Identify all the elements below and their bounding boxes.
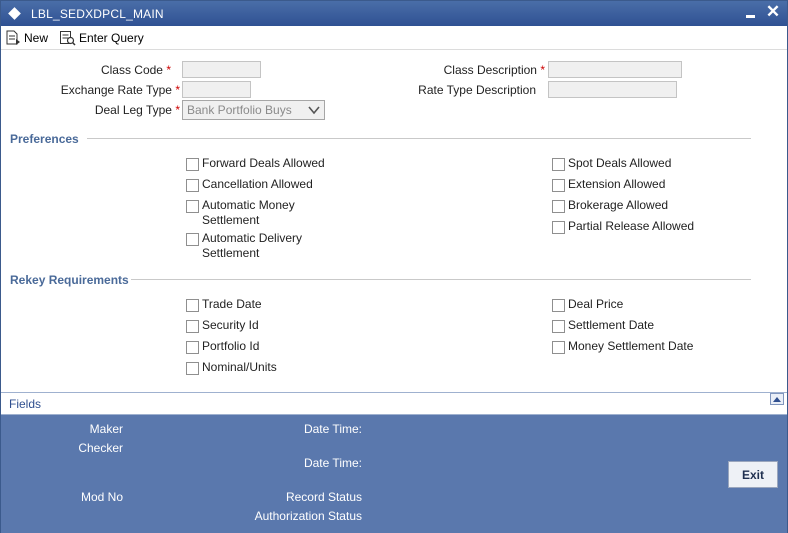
spot-deals-allowed-checkbox[interactable] — [552, 158, 565, 171]
brokerage-allowed-checkbox[interactable] — [552, 200, 565, 213]
trade-date-checkbox[interactable] — [186, 299, 199, 312]
automatic-money-settlement-label-line2: Settlement — [202, 213, 260, 227]
extension-allowed-label: Extension Allowed — [568, 177, 666, 191]
nominal-units-label: Nominal/Units — [202, 360, 277, 374]
checker-label: Checker — [78, 441, 123, 455]
forward-deals-allowed-label: Forward Deals Allowed — [202, 156, 325, 170]
settlement-date-label: Settlement Date — [568, 318, 655, 332]
record-status-label: Record Status — [285, 490, 362, 504]
audit-footer: Maker Checker Mod No Date Time: Date Tim… — [1, 415, 787, 533]
enter-query-button-label: Enter Query — [79, 31, 144, 45]
required-marker: * — [540, 63, 545, 77]
collapse-up-glyph — [773, 397, 781, 402]
chevron-down-icon — [308, 106, 320, 115]
preferences-section-title: Preferences — [10, 132, 79, 146]
fields-bar: Fields — [1, 392, 787, 415]
rate-type-description-label: Rate Type Description — [381, 83, 536, 97]
class-code-label-text: Class Code — [100, 63, 163, 77]
collapse-up-icon[interactable] — [770, 393, 784, 405]
exchange-rate-type-label-text: Exchange Rate Type — [60, 83, 172, 97]
nominal-units-checkbox[interactable] — [186, 362, 199, 375]
rekey-requirements-section-title: Rekey Requirements — [10, 273, 129, 287]
forward-deals-allowed-checkbox[interactable] — [186, 158, 199, 171]
deal-price-checkbox[interactable] — [552, 299, 565, 312]
rekey-requirements-divider — [131, 279, 751, 280]
deal-leg-type-label: Deal Leg Type * — [41, 103, 180, 117]
automatic-delivery-settlement-label: Automatic Delivery — [202, 231, 303, 245]
required-marker: * — [166, 63, 171, 77]
class-code-label: Class Code * — [41, 63, 171, 77]
required-marker: * — [175, 103, 180, 117]
spot-deals-allowed-label: Spot Deals Allowed — [568, 156, 672, 170]
automatic-delivery-settlement-checkbox[interactable] — [186, 233, 199, 246]
window-title: LBL_SEDXDPCL_MAIN — [31, 7, 164, 21]
partial-release-allowed-checkbox[interactable] — [552, 221, 565, 234]
exit-button[interactable]: Exit — [728, 461, 778, 488]
automatic-delivery-settlement-label-line2: Settlement — [202, 246, 260, 260]
required-marker: * — [175, 83, 180, 97]
maker-label: Maker — [89, 422, 123, 436]
brokerage-allowed-label: Brokerage Allowed — [568, 198, 669, 212]
fields-link[interactable]: Fields — [9, 397, 41, 411]
portfolio-id-label: Portfolio Id — [202, 339, 260, 353]
deal-price-label: Deal Price — [568, 297, 624, 311]
money-settlement-date-checkbox[interactable] — [552, 341, 565, 354]
deal-leg-type-value: Bank Portfolio Buys — [187, 103, 292, 117]
rate-type-description-label-text: Rate Type Description — [418, 83, 536, 97]
toolbar: New Enter Query — [1, 26, 787, 50]
automatic-money-settlement-label: Automatic Money — [202, 198, 295, 212]
partial-release-allowed-label: Partial Release Allowed — [568, 219, 695, 233]
class-description-label: Class Description * — [391, 63, 545, 77]
deal-leg-type-label-text: Deal Leg Type — [94, 103, 172, 117]
exchange-rate-type-label: Exchange Rate Type * — [21, 83, 180, 97]
cancellation-allowed-checkbox[interactable] — [186, 179, 199, 192]
portfolio-id-checkbox[interactable] — [186, 341, 199, 354]
enter-query-button[interactable]: Enter Query — [59, 29, 144, 47]
maker-date-time-label: Date Time: — [303, 422, 362, 436]
trade-date-label: Trade Date — [202, 297, 262, 311]
security-id-checkbox[interactable] — [186, 320, 199, 333]
cancellation-allowed-label: Cancellation Allowed — [202, 177, 313, 191]
minimize-icon[interactable] — [746, 15, 755, 18]
new-button-label: New — [24, 31, 49, 45]
enter-query-icon — [60, 31, 76, 46]
security-id-label: Security Id — [202, 318, 259, 332]
class-code-input[interactable] — [182, 61, 261, 78]
class-description-label-text: Class Description — [443, 63, 537, 77]
main-window: LBL_SEDXDPCL_MAIN ✕ New Enter Query Clas… — [0, 0, 788, 533]
new-button[interactable]: New — [5, 29, 48, 47]
authorization-status-label: Authorization Status — [254, 509, 362, 523]
exchange-rate-type-input[interactable] — [182, 81, 251, 98]
mod-no-label: Mod No — [80, 490, 123, 504]
preferences-divider — [87, 138, 751, 139]
automatic-money-settlement-checkbox[interactable] — [186, 200, 199, 213]
rate-type-description-input[interactable] — [548, 81, 677, 98]
deal-leg-type-select[interactable]: Bank Portfolio Buys — [182, 100, 325, 120]
new-document-icon — [6, 30, 20, 45]
settlement-date-checkbox[interactable] — [552, 320, 565, 333]
class-description-input[interactable] — [548, 61, 682, 78]
diamond-icon — [8, 7, 21, 20]
money-settlement-date-label: Money Settlement Date — [568, 339, 694, 353]
extension-allowed-checkbox[interactable] — [552, 179, 565, 192]
checker-date-time-label: Date Time: — [303, 456, 362, 470]
close-icon[interactable]: ✕ — [765, 3, 781, 21]
title-bar: LBL_SEDXDPCL_MAIN ✕ — [1, 1, 787, 26]
